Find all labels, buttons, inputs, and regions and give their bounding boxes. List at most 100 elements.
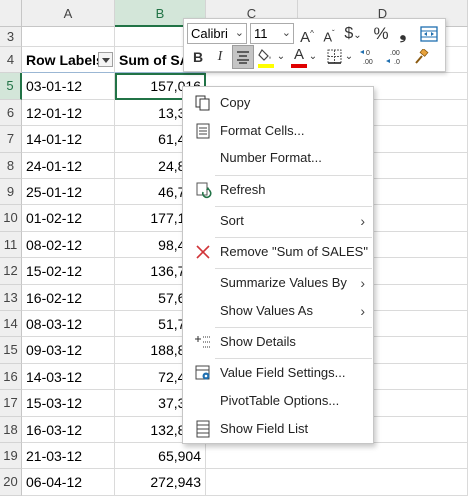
close-icon: [196, 245, 210, 259]
currency-label: $: [344, 25, 354, 42]
row-header[interactable]: 12: [0, 258, 22, 285]
bold-button[interactable]: B: [188, 46, 208, 68]
chevron-right-icon: ›: [360, 275, 365, 291]
row-header[interactable]: 13: [0, 284, 22, 311]
row-label-cell[interactable]: 06-04-12: [22, 469, 115, 496]
row-label-cell[interactable]: [22, 27, 115, 47]
row-header[interactable]: 11: [0, 231, 22, 259]
format-painter-button[interactable]: [410, 46, 432, 68]
row-header[interactable]: 20: [0, 469, 22, 496]
refresh-icon: [196, 182, 212, 199]
select-all-corner[interactable]: [0, 0, 22, 27]
row-label-cell[interactable]: 14-03-12: [22, 363, 115, 391]
fill-color-button[interactable]: [256, 46, 276, 68]
font-name-box[interactable]: Calibri ⌄: [187, 23, 247, 44]
row-header[interactable]: 14: [0, 311, 22, 338]
empty-cell[interactable]: [206, 469, 468, 496]
borders-icon: [327, 49, 341, 64]
row-header[interactable]: 15: [0, 337, 22, 364]
svg-text:.00: .00: [390, 50, 400, 57]
empty-cell[interactable]: [206, 443, 468, 470]
comma-label: ❟: [399, 24, 407, 43]
shrink-font-label: A: [323, 29, 332, 45]
row-header[interactable]: 3: [0, 27, 22, 47]
borders-button[interactable]: [324, 46, 344, 68]
paint-bucket-icon: [258, 49, 271, 61]
menu-item-copy[interactable]: Copy: [183, 90, 373, 116]
row-label-cell[interactable]: 15-03-12: [22, 390, 115, 417]
increase-decimal-button[interactable]: 0 .00: [358, 46, 382, 68]
row-label-cell[interactable]: 21-03-12: [22, 443, 115, 470]
align-center-button[interactable]: [232, 45, 254, 69]
comma-style-button[interactable]: ❟: [394, 23, 412, 45]
menu-item-sort[interactable]: Sort ›: [183, 208, 373, 234]
row-header[interactable]: 8: [0, 152, 22, 179]
show-details-icon: [195, 336, 211, 348]
menu-separator: [215, 268, 372, 269]
row-label-cell[interactable]: 14-01-12: [22, 126, 115, 153]
percent-style-button[interactable]: %: [371, 23, 391, 45]
menu-item-show-details[interactable]: Show Details: [183, 329, 373, 355]
row-label-cell[interactable]: 15-02-12: [22, 258, 115, 285]
menu-item-number-format[interactable]: Number Format...: [183, 145, 373, 171]
row-header[interactable]: 6: [0, 99, 22, 127]
mini-toolbar: Calibri ⌄ 11 ⌄ A^ Aˇ $⌄ % ❟ B I ⌄ A ⌄ ⌄ …: [183, 18, 446, 72]
column-header-a[interactable]: A: [22, 0, 115, 27]
context-menu: Copy Format Cells... Number Format... Re…: [182, 86, 374, 444]
field-settings-icon: [195, 365, 210, 380]
row-label-cell[interactable]: 16-02-12: [22, 284, 115, 311]
row-header[interactable]: 10: [0, 205, 22, 232]
row-header[interactable]: 19: [0, 443, 22, 470]
row-label-cell[interactable]: 08-02-12: [22, 231, 115, 259]
bold-label: B: [192, 49, 204, 65]
italic-button[interactable]: I: [210, 46, 230, 68]
row-label-cell[interactable]: 24-01-12: [22, 152, 115, 179]
decrease-font-size-button[interactable]: Aˇ: [319, 23, 339, 45]
menu-item-show-values-as[interactable]: Show Values As ›: [183, 298, 373, 324]
sales-value-cell[interactable]: 272,943: [115, 469, 206, 496]
menu-separator: [215, 175, 372, 176]
fill-color-dropdown[interactable]: ⌄: [276, 46, 286, 68]
menu-item-show-field-list[interactable]: Show Field List: [183, 416, 373, 442]
menu-separator: [215, 237, 372, 238]
menu-item-summarize-values-by[interactable]: Summarize Values By ›: [183, 270, 373, 296]
row-label-cell[interactable]: 12-01-12: [22, 99, 115, 127]
borders-dropdown[interactable]: ⌄: [344, 46, 354, 68]
menu-item-remove-field[interactable]: Remove "Sum of SALES": [183, 239, 373, 265]
font-color-dropdown[interactable]: ⌄: [308, 46, 318, 68]
merge-center-icon: [420, 26, 438, 42]
merge-center-button[interactable]: [417, 23, 441, 45]
row-header[interactable]: 16: [0, 363, 22, 391]
increase-font-size-button[interactable]: A^: [297, 23, 317, 46]
row-header[interactable]: 4: [0, 47, 22, 74]
menu-item-label: Sort: [220, 213, 244, 228]
decrease-decimal-icon: .00 .0: [386, 50, 400, 66]
menu-item-format-cells[interactable]: Format Cells...: [183, 118, 373, 144]
decrease-decimal-button[interactable]: .00 .0: [384, 46, 408, 68]
sales-value-cell[interactable]: 65,904: [115, 443, 206, 470]
svg-text:.00: .00: [363, 59, 373, 66]
menu-item-pivottable-options[interactable]: PivotTable Options...: [183, 388, 373, 414]
menu-item-label: Show Details: [220, 334, 296, 349]
row-header[interactable]: 7: [0, 126, 22, 153]
filter-dropdown-button[interactable]: [98, 52, 113, 67]
row-label-cell[interactable]: 09-03-12: [22, 337, 115, 364]
row-label-cell[interactable]: 01-02-12: [22, 205, 115, 232]
accounting-format-button[interactable]: $⌄: [341, 23, 365, 45]
menu-item-refresh[interactable]: Refresh: [183, 177, 373, 203]
row-header[interactable]: 18: [0, 416, 22, 443]
row-label-cell[interactable]: 03-01-12: [22, 73, 115, 100]
row-header[interactable]: 17: [0, 390, 22, 417]
menu-item-label: Summarize Values By: [220, 275, 347, 290]
row-label-cell[interactable]: 08-03-12: [22, 311, 115, 338]
chevron-down-icon: ⌄: [281, 27, 291, 39]
row-header[interactable]: 9: [0, 179, 22, 206]
row-header[interactable]: 5: [0, 73, 22, 100]
font-color-button[interactable]: A: [290, 46, 308, 68]
font-size-box[interactable]: 11 ⌄: [250, 23, 294, 44]
menu-item-label: Remove "Sum of SALES": [220, 244, 368, 259]
row-label-cell[interactable]: 16-03-12: [22, 416, 115, 443]
menu-item-value-field-settings[interactable]: Value Field Settings...: [183, 360, 373, 386]
row-label-cell[interactable]: 25-01-12: [22, 179, 115, 206]
font-size-value: 11: [254, 26, 268, 41]
